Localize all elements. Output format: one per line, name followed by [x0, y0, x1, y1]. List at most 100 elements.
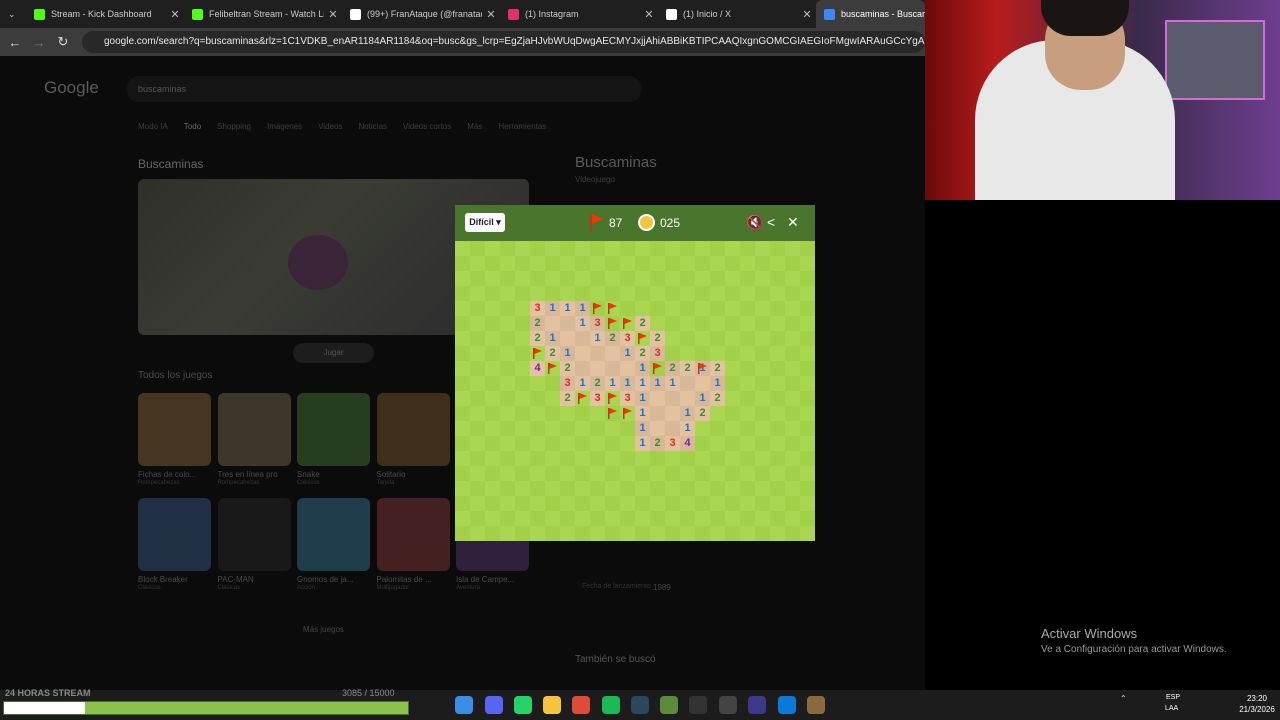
- layout-indicator[interactable]: LAA: [1165, 705, 1178, 712]
- hidden-cell[interactable]: [620, 481, 635, 496]
- hidden-cell[interactable]: [470, 496, 485, 511]
- hidden-cell[interactable]: [770, 481, 785, 496]
- hidden-cell[interactable]: [515, 286, 530, 301]
- hidden-cell[interactable]: [695, 286, 710, 301]
- hidden-cell[interactable]: [605, 526, 620, 541]
- hidden-cell[interactable]: [530, 481, 545, 496]
- hidden-cell[interactable]: [695, 436, 710, 451]
- browser-tab[interactable]: (1) Inicio / X ✕: [658, 0, 816, 28]
- hidden-cell[interactable]: [500, 436, 515, 451]
- hidden-cell[interactable]: [620, 496, 635, 511]
- hidden-cell[interactable]: [620, 256, 635, 271]
- hidden-cell[interactable]: [695, 271, 710, 286]
- hidden-cell[interactable]: [680, 481, 695, 496]
- hidden-cell[interactable]: [800, 316, 815, 331]
- flag-icon[interactable]: [605, 316, 620, 331]
- hidden-cell[interactable]: [575, 271, 590, 286]
- hidden-cell[interactable]: [710, 496, 725, 511]
- hidden-cell[interactable]: [560, 526, 575, 541]
- hidden-cell[interactable]: [500, 286, 515, 301]
- hidden-cell[interactable]: [785, 376, 800, 391]
- hidden-cell[interactable]: [785, 241, 800, 256]
- hidden-cell[interactable]: [470, 301, 485, 316]
- hidden-cell[interactable]: [545, 241, 560, 256]
- hidden-cell[interactable]: [695, 526, 710, 541]
- hidden-cell[interactable]: [635, 271, 650, 286]
- hidden-cell[interactable]: [710, 421, 725, 436]
- hidden-cell[interactable]: [725, 271, 740, 286]
- hidden-cell[interactable]: [545, 466, 560, 481]
- hidden-cell[interactable]: [500, 241, 515, 256]
- hidden-cell[interactable]: [485, 421, 500, 436]
- hidden-cell[interactable]: [770, 436, 785, 451]
- hidden-cell[interactable]: [620, 526, 635, 541]
- hidden-cell[interactable]: [800, 481, 815, 496]
- hidden-cell[interactable]: [650, 301, 665, 316]
- hidden-cell[interactable]: [470, 526, 485, 541]
- game-card[interactable]: Fichas de colo... Rompecabezas: [138, 393, 211, 486]
- flag-icon[interactable]: [590, 301, 605, 316]
- hidden-cell[interactable]: [680, 466, 695, 481]
- hidden-cell[interactable]: [740, 376, 755, 391]
- hidden-cell[interactable]: [800, 286, 815, 301]
- hidden-cell[interactable]: [545, 421, 560, 436]
- hidden-cell[interactable]: [710, 481, 725, 496]
- hidden-cell[interactable]: [530, 451, 545, 466]
- search-tab[interactable]: Herramientas: [498, 122, 546, 131]
- hidden-cell[interactable]: [725, 496, 740, 511]
- hidden-cell[interactable]: [575, 466, 590, 481]
- hidden-cell[interactable]: [725, 451, 740, 466]
- hidden-cell[interactable]: [725, 241, 740, 256]
- hidden-cell[interactable]: [770, 271, 785, 286]
- browser-tab[interactable]: (1) Instagram ✕: [500, 0, 658, 28]
- hidden-cell[interactable]: [800, 421, 815, 436]
- hidden-cell[interactable]: [605, 451, 620, 466]
- hidden-cell[interactable]: [680, 496, 695, 511]
- hidden-cell[interactable]: [770, 511, 785, 526]
- hidden-cell[interactable]: [485, 451, 500, 466]
- hidden-cell[interactable]: [470, 511, 485, 526]
- hidden-cell[interactable]: [725, 526, 740, 541]
- hidden-cell[interactable]: [740, 526, 755, 541]
- hidden-cell[interactable]: [755, 466, 770, 481]
- hidden-cell[interactable]: [545, 526, 560, 541]
- hidden-cell[interactable]: [620, 241, 635, 256]
- hidden-cell[interactable]: [470, 406, 485, 421]
- hidden-cell[interactable]: [635, 526, 650, 541]
- hidden-cell[interactable]: [530, 391, 545, 406]
- hidden-cell[interactable]: [620, 301, 635, 316]
- hidden-cell[interactable]: [755, 481, 770, 496]
- hidden-cell[interactable]: [695, 346, 710, 361]
- url-input[interactable]: google.com/search?q=buscaminas&rlz=1C1VD…: [82, 31, 925, 53]
- chevron-up-icon[interactable]: ⌃: [1120, 694, 1127, 703]
- hidden-cell[interactable]: [545, 271, 560, 286]
- hidden-cell[interactable]: [710, 436, 725, 451]
- hidden-cell[interactable]: [620, 271, 635, 286]
- hidden-cell[interactable]: [485, 271, 500, 286]
- hidden-cell[interactable]: [695, 256, 710, 271]
- hidden-cell[interactable]: [455, 316, 470, 331]
- hidden-cell[interactable]: [605, 286, 620, 301]
- hidden-cell[interactable]: [680, 346, 695, 361]
- hidden-cell[interactable]: [605, 496, 620, 511]
- hidden-cell[interactable]: [695, 301, 710, 316]
- hidden-cell[interactable]: [470, 256, 485, 271]
- hidden-cell[interactable]: [545, 406, 560, 421]
- game-card[interactable]: Block Breaker Clásicos: [138, 498, 211, 591]
- flag-icon[interactable]: [545, 361, 560, 376]
- hidden-cell[interactable]: [455, 361, 470, 376]
- hidden-cell[interactable]: [605, 511, 620, 526]
- hidden-cell[interactable]: [680, 526, 695, 541]
- hidden-cell[interactable]: [755, 526, 770, 541]
- hidden-cell[interactable]: [530, 496, 545, 511]
- hidden-cell[interactable]: [545, 436, 560, 451]
- hidden-cell[interactable]: [695, 481, 710, 496]
- hidden-cell[interactable]: [665, 301, 680, 316]
- hidden-cell[interactable]: [455, 421, 470, 436]
- hidden-cell[interactable]: [770, 526, 785, 541]
- hidden-cell[interactable]: [590, 406, 605, 421]
- hidden-cell[interactable]: [740, 346, 755, 361]
- hidden-cell[interactable]: [605, 436, 620, 451]
- hidden-cell[interactable]: [680, 331, 695, 346]
- hidden-cell[interactable]: [740, 271, 755, 286]
